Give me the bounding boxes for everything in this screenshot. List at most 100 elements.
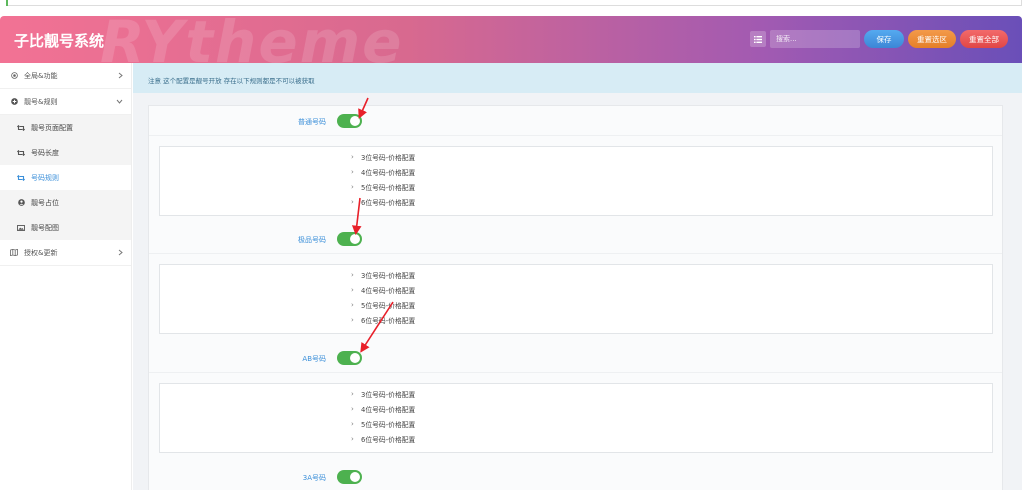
accordion-item-label: 4位号码-价格配置: [361, 405, 416, 414]
reset-all-button[interactable]: 重置全部: [960, 30, 1008, 48]
retweet-icon: [16, 149, 26, 156]
image-icon: [16, 224, 26, 231]
sidebar-subitem-length[interactable]: 号码长度: [0, 140, 131, 165]
sidebar-item-license[interactable]: 授权&更新: [0, 240, 131, 266]
accordion-item[interactable]: › 5位号码-价格配置: [351, 297, 415, 312]
sidebar-subitem-page-config[interactable]: 靓号页面配置: [0, 115, 131, 140]
accordion-item-label: 6位号码-价格配置: [361, 435, 416, 444]
sidebar-subitem-placeholder[interactable]: 靓号占位: [0, 190, 131, 215]
premium-number-toggle[interactable]: [337, 232, 362, 246]
accordion-item[interactable]: › 5位号码-价格配置: [351, 416, 415, 431]
sidebar-subitem-label: 号码长度: [31, 148, 59, 157]
dot-circle-icon: [9, 72, 19, 79]
switch-label: 普通号码: [298, 118, 326, 126]
chevron-right-icon: ›: [351, 285, 354, 294]
top-strip-frame: [6, 0, 1022, 6]
accordion-item[interactable]: › 3位号码-价格配置: [351, 267, 415, 282]
aaa-number-toggle[interactable]: [337, 470, 362, 484]
chevron-right-icon: [118, 72, 123, 81]
switch-row: 普通号码: [149, 106, 1002, 136]
chevron-right-icon: ›: [351, 182, 354, 191]
chevron-down-icon: [116, 98, 123, 106]
sidebar-item-label: 授权&更新: [24, 248, 58, 257]
chevron-right-icon: ›: [351, 315, 354, 324]
chevron-right-icon: ›: [351, 300, 354, 309]
accordion-item[interactable]: › 6位号码-价格配置: [351, 431, 415, 446]
sidebar-item-rules[interactable]: 靓号&规则: [0, 89, 131, 115]
chevron-right-icon: ›: [351, 152, 354, 161]
map-icon: [9, 249, 19, 256]
header-tools: 保存 重置选区 重置全部: [750, 30, 1008, 48]
ab-number-toggle[interactable]: [337, 351, 362, 365]
accordion-item-label: 6位号码-价格配置: [361, 316, 416, 325]
sidebar-item-label: 靓号&规则: [24, 97, 58, 106]
toggle-knob: [350, 353, 360, 363]
accordion-item-label: 4位号码-价格配置: [361, 168, 416, 177]
toggle-knob: [350, 116, 360, 126]
accordion-item-label: 4位号码-价格配置: [361, 286, 416, 295]
notice-banner: 注意 这个配置是靓号开放 存在以下规则都是不可以被获取: [133, 63, 1022, 93]
reset-selected-button[interactable]: 重置选区: [908, 30, 956, 48]
switch-row: 极品号码: [149, 224, 1002, 254]
search-input[interactable]: [770, 30, 860, 48]
switch-row: 3A号码: [149, 462, 1002, 490]
save-button[interactable]: 保存: [864, 30, 904, 48]
sidebar-subitem-label: 靓号页面配置: [31, 123, 73, 132]
switch-label: 3A号码: [302, 474, 326, 482]
chevron-right-icon: ›: [351, 404, 354, 413]
accordion-item-label: 6位号码-价格配置: [361, 198, 416, 207]
options-panel: 普通号码 › 3位号码-价格配置 › 4位号码-价格配置 › 5位号码-价格配置 › 6…: [148, 105, 1003, 490]
chevron-right-icon: ›: [351, 270, 354, 279]
sidebar-subitem-label: 号码规则: [31, 173, 59, 182]
accordion-item-label: 5位号码-价格配置: [361, 301, 416, 310]
top-strip-marker: [6, 0, 8, 6]
accordion-item-label: 5位号码-价格配置: [361, 183, 416, 192]
header-bar: RYtheme 子比靓号系统 保存 重置选区 重置全部: [0, 16, 1022, 63]
sidebar-subitem-images[interactable]: 靓号配图: [0, 215, 131, 240]
chevron-right-icon: ›: [351, 197, 354, 206]
accordion-group: › 3位号码-价格配置 › 4位号码-价格配置 › 5位号码-价格配置 › 6位号码-价…: [159, 383, 993, 453]
switch-label: 极品号码: [298, 236, 326, 244]
sidebar-item-global[interactable]: 全局&功能: [0, 63, 131, 89]
accordion-item-label: 5位号码-价格配置: [361, 420, 416, 429]
accordion-item[interactable]: › 6位号码-价格配置: [351, 312, 415, 327]
main-content: 注意 这个配置是靓号开放 存在以下规则都是不可以被获取 普通号码 › 3位号码-价…: [133, 63, 1022, 490]
switch-label: AB号码: [302, 355, 326, 363]
switch-row: AB号码: [149, 343, 1002, 373]
accordion-item-label: 3位号码-价格配置: [361, 271, 416, 280]
accordion-item[interactable]: › 6位号码-价格配置: [351, 194, 415, 209]
sidebar-subitem-label: 靓号占位: [31, 198, 59, 207]
chevron-right-icon: ›: [351, 167, 354, 176]
chevron-right-icon: ›: [351, 419, 354, 428]
chevron-right-icon: [118, 249, 123, 258]
sidebar: 全局&功能 靓号&规则 靓号页面配置 号码长度 号码规则 靓号占位 靓号配图 授…: [0, 63, 132, 490]
sidebar-item-label: 全局&功能: [24, 71, 58, 80]
plus-circle-icon: [9, 98, 19, 105]
accordion-item-label: 3位号码-价格配置: [361, 390, 416, 399]
admin-app: RYtheme 子比靓号系统 保存 重置选区 重置全部: [0, 16, 1022, 490]
retweet-icon: [16, 124, 26, 131]
user-circle-icon: [16, 199, 26, 206]
sidebar-subitem-label: 靓号配图: [31, 223, 59, 232]
accordion-group: › 3位号码-价格配置 › 4位号码-价格配置 › 5位号码-价格配置 › 6位号码-价…: [159, 146, 993, 216]
header-watermark: RYtheme: [100, 16, 404, 63]
normal-number-toggle[interactable]: [337, 114, 362, 128]
accordion-item[interactable]: › 3位号码-价格配置: [351, 149, 415, 164]
accordion-item[interactable]: › 4位号码-价格配置: [351, 401, 415, 416]
brand-title: 子比靓号系统: [14, 32, 105, 50]
page: RYtheme 子比靓号系统 保存 重置选区 重置全部: [0, 0, 1024, 490]
toggle-knob: [350, 234, 360, 244]
toggle-knob: [350, 472, 360, 482]
chevron-right-icon: ›: [351, 389, 354, 398]
accordion-item[interactable]: › 4位号码-价格配置: [351, 282, 415, 297]
accordion-item-label: 3位号码-价格配置: [361, 153, 416, 162]
accordion-item[interactable]: › 4位号码-价格配置: [351, 164, 415, 179]
list-menu-icon[interactable]: [750, 31, 766, 47]
top-strip: [0, 0, 1024, 16]
retweet-icon: [16, 174, 26, 181]
accordion-group: › 3位号码-价格配置 › 4位号码-价格配置 › 5位号码-价格配置 › 6位号码-价…: [159, 264, 993, 334]
accordion-item[interactable]: › 5位号码-价格配置: [351, 179, 415, 194]
chevron-right-icon: ›: [351, 434, 354, 443]
accordion-item[interactable]: › 3位号码-价格配置: [351, 386, 415, 401]
sidebar-subitem-rules[interactable]: 号码规则: [0, 165, 131, 190]
